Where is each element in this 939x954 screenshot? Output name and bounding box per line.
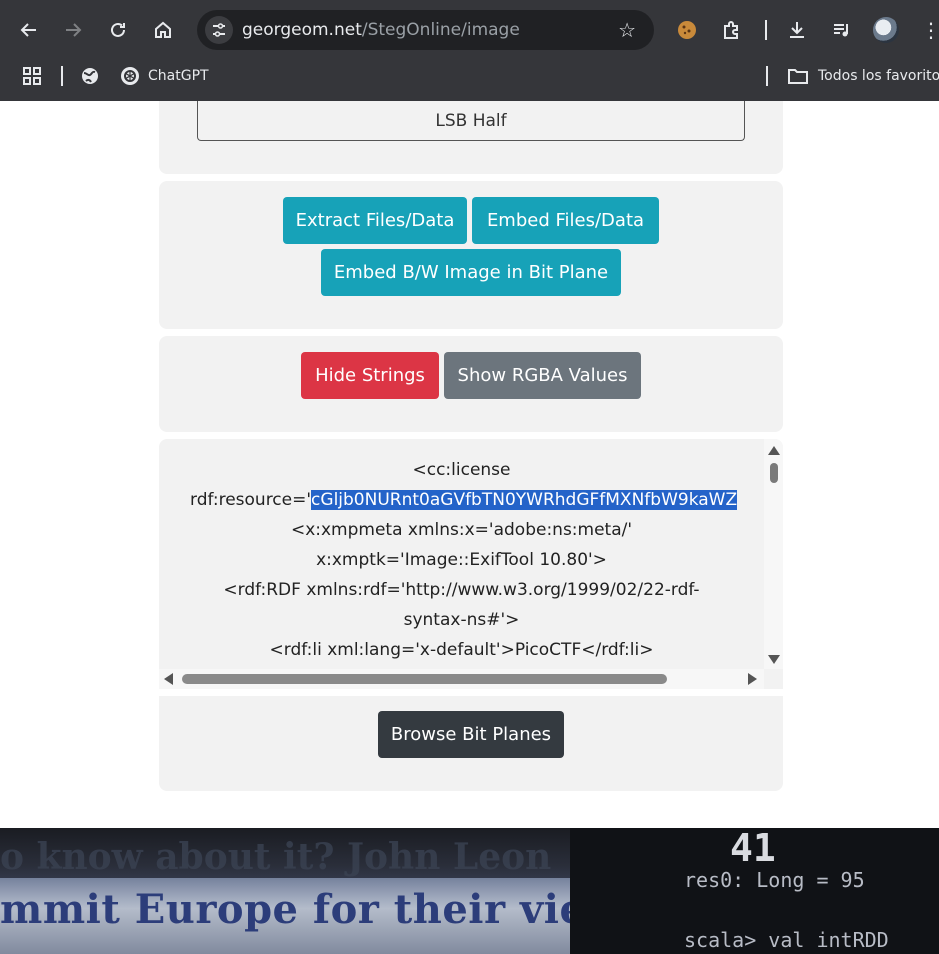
- scroll-left-arrow-icon[interactable]: [164, 673, 173, 685]
- string-line: <rdf:RDF xmlns:rdf='http://www.w3.org/19…: [223, 580, 700, 600]
- string-line: syntax-ns#'>: [403, 610, 520, 630]
- forward-button[interactable]: [57, 14, 89, 46]
- folder-icon: [788, 69, 808, 84]
- bit-planes-panel: Browse Bit Planes: [159, 696, 783, 791]
- bookmark-label: ChatGPT: [148, 68, 209, 84]
- extensions-puzzle-icon[interactable]: [716, 14, 748, 46]
- bookmarks-divider: [61, 66, 63, 86]
- cookie-extension-icon[interactable]: [671, 14, 703, 46]
- extract-files-button[interactable]: Extract Files/Data: [283, 197, 467, 244]
- show-rgba-button[interactable]: Show RGBA Values: [444, 352, 641, 399]
- scroll-right-arrow-icon[interactable]: [748, 673, 757, 685]
- string-line: <cc:license: [412, 460, 511, 480]
- hide-strings-button[interactable]: Hide Strings: [301, 352, 439, 399]
- reload-icon: [111, 22, 125, 37]
- terminal-line: scala> val intRDD: [684, 928, 889, 952]
- url-domain: georgeom.net: [242, 20, 362, 40]
- video-caption: mmit Europe for their views: [0, 886, 644, 933]
- string-line: <rdf:li xml:lang='x-default'>PicoCTF</rd…: [269, 640, 654, 660]
- profile-avatar[interactable]: [873, 17, 899, 43]
- bookmark-chatgpt[interactable]: ChatGPT: [120, 60, 209, 92]
- media-queue-icon[interactable]: [826, 14, 858, 46]
- lsb-half-select[interactable]: LSB Half: [197, 101, 745, 141]
- toolbar-divider: [765, 20, 767, 40]
- string-line-prefix: rdf:resource=': [190, 490, 312, 510]
- horizontal-scroll-thumb[interactable]: [182, 674, 667, 684]
- home-icon: [155, 21, 171, 38]
- bookmarks-divider: [766, 66, 768, 86]
- embed-files-button[interactable]: Embed Files/Data: [472, 197, 659, 244]
- forward-arrow-icon: [66, 23, 82, 37]
- browser-toolbar: georgeom.net/StegOnline/image ☆ ⋮ ChatGP…: [0, 0, 939, 101]
- downloads-icon[interactable]: [781, 14, 813, 46]
- bookmarks-bar: ChatGPT Todos los favoritos: [0, 60, 939, 92]
- address-bar[interactable]: georgeom.net/StegOnline/image ☆: [197, 10, 654, 50]
- all-bookmarks-folder[interactable]: Todos los favoritos: [788, 60, 939, 92]
- scroll-up-arrow-icon[interactable]: [768, 446, 780, 455]
- home-button[interactable]: [147, 14, 179, 46]
- vertical-scroll-thumb[interactable]: [770, 463, 778, 483]
- strings-text-area[interactable]: <cc:license rdf:resource='cGljb0NURnt0aG…: [159, 439, 764, 669]
- horizontal-scrollbar[interactable]: [159, 669, 764, 689]
- browse-bit-planes-button[interactable]: Browse Bit Planes: [378, 711, 564, 758]
- apps-grid-icon[interactable]: [22, 60, 42, 92]
- url-path: /StegOnline/image: [361, 20, 520, 40]
- string-line: x:xmptk='Image::ExifTool 10.80'>: [316, 550, 607, 570]
- strings-toggle-panel: Hide Strings Show RGBA Values: [159, 336, 783, 432]
- chatgpt-logo-icon: [121, 67, 139, 85]
- menu-kebab-icon[interactable]: ⋮: [915, 14, 939, 46]
- embed-extract-panel: Extract Files/Data Embed Files/Data Embe…: [159, 181, 783, 329]
- back-arrow-icon: [20, 23, 36, 37]
- site-info-icon[interactable]: [205, 16, 233, 44]
- reload-button[interactable]: [102, 14, 134, 46]
- video-overlay[interactable]: o know about it? John Leon mmit Europe f…: [0, 828, 939, 954]
- embed-bw-image-button[interactable]: Embed B/W Image in Bit Plane: [321, 249, 621, 296]
- url-text[interactable]: georgeom.net/StegOnline/image: [242, 20, 520, 40]
- vertical-scrollbar[interactable]: [764, 439, 783, 669]
- video-terminal: 41 res0: Long = 95 scala> val intRDD: [570, 828, 939, 954]
- back-button[interactable]: [13, 14, 45, 46]
- terminal-number: 41: [730, 828, 776, 870]
- globe-icon[interactable]: [80, 60, 100, 92]
- string-line: rdf:resource='cGljb0NURnt0aGVfbTN0YWRhdG…: [190, 490, 764, 510]
- terminal-line: res0: Long = 95: [684, 868, 865, 892]
- strings-output[interactable]: <cc:license rdf:resource='cGljb0NURnt0aG…: [159, 439, 783, 689]
- bit-select-panel: LSB Half: [159, 101, 783, 174]
- bookmark-label: Todos los favoritos: [818, 68, 939, 84]
- bookmark-star-icon[interactable]: ☆: [618, 18, 636, 42]
- selected-base64-text[interactable]: cGljb0NURnt0aGVfbTN0YWRhdGFfMXNfbW9kaWZ: [311, 490, 738, 510]
- string-line: <x:xmpmeta xmlns:x='adobe:ns:meta/': [290, 520, 633, 540]
- scroll-down-arrow-icon[interactable]: [768, 655, 780, 664]
- video-caption-top: o know about it? John Leon: [0, 836, 552, 878]
